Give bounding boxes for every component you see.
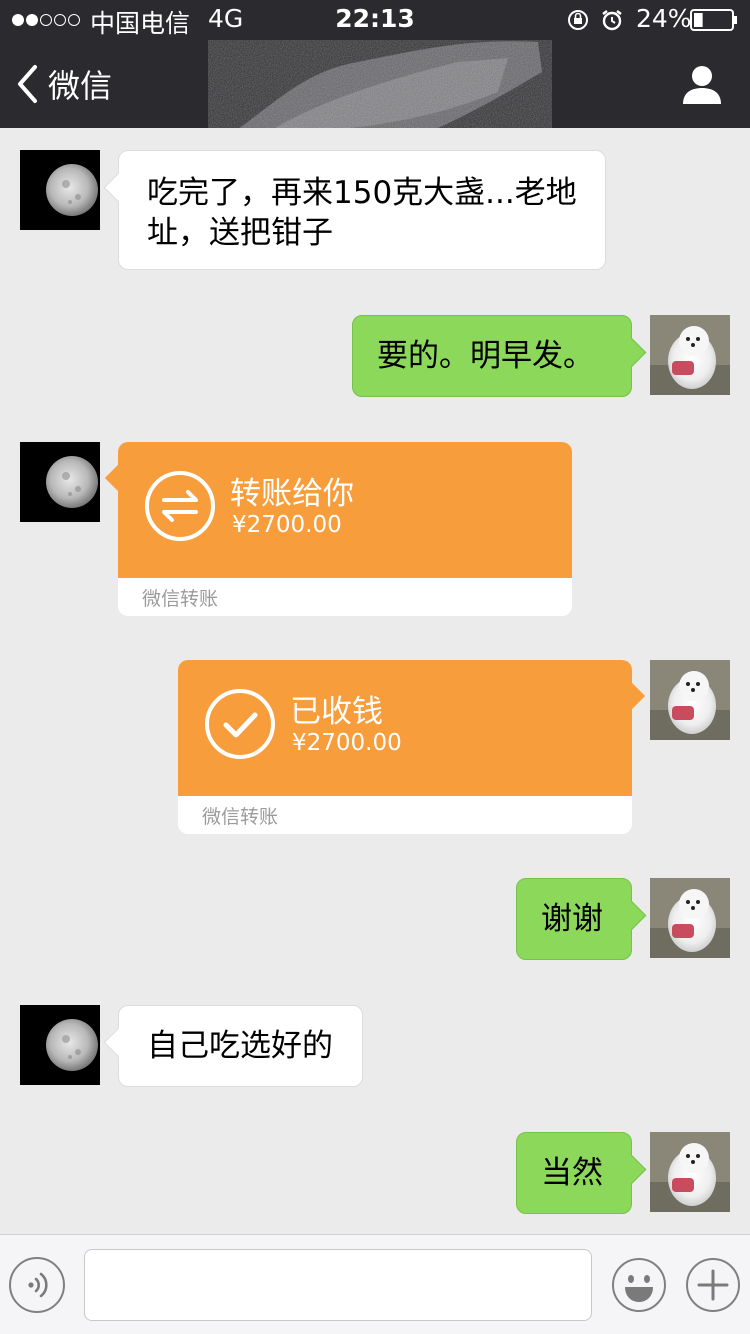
transfer-card-outgoing[interactable]: 已收钱 ¥2700.00 微信转账	[178, 660, 646, 834]
my-avatar[interactable]	[650, 1132, 730, 1212]
puppy-avatar-icon	[650, 315, 730, 395]
moon-avatar-icon	[20, 150, 100, 230]
check-icon	[205, 689, 275, 759]
transfer-footer: 微信转账	[202, 806, 279, 828]
transfer-card-incoming[interactable]: 转账给你 ¥2700.00 微信转账	[104, 442, 572, 616]
contact-avatar[interactable]	[20, 150, 100, 230]
message-text: 自己吃选好的	[147, 1028, 333, 1064]
input-bar	[0, 1234, 750, 1334]
puppy-avatar-icon	[650, 660, 730, 740]
my-avatar[interactable]	[650, 878, 730, 958]
message-input[interactable]	[84, 1249, 592, 1321]
contact-avatar[interactable]	[20, 1005, 100, 1085]
battery-icon	[690, 9, 737, 31]
puppy-avatar-icon	[650, 1132, 730, 1212]
navigation-bar: 微信	[0, 40, 750, 128]
moon-avatar-icon	[20, 442, 100, 522]
emoji-icon[interactable]	[611, 1257, 667, 1313]
transfer-title: 已收钱	[290, 694, 383, 730]
transfer-footer: 微信转账	[142, 588, 219, 610]
message-bubble-incoming[interactable]: 吃完了，再来150克大盏...老地址，送把钳子	[118, 150, 606, 270]
transfer-amount: ¥2700.00	[232, 512, 342, 538]
status-bar: 中国电信 4G 22:13 24%	[0, 0, 750, 40]
chevron-left-icon	[18, 65, 37, 103]
message-bubble-outgoing[interactable]: 谢谢	[516, 878, 632, 960]
moon-avatar-icon	[20, 1005, 100, 1085]
message-text: 吃完了，再来150克大盏...老地址，送把钳子	[147, 175, 577, 251]
battery-percentage: 24%	[636, 4, 692, 33]
alarm-icon	[602, 10, 622, 31]
rotation-lock-icon	[568, 10, 588, 30]
plus-icon[interactable]	[685, 1257, 741, 1313]
contact-avatar[interactable]	[20, 442, 100, 522]
message-bubble-incoming[interactable]: 自己吃选好的	[118, 1005, 363, 1087]
transfer-arrows-icon	[145, 471, 215, 541]
transfer-amount: ¥2700.00	[292, 730, 402, 756]
redaction-scribble	[239, 41, 542, 128]
message-text: 当然	[541, 1155, 603, 1191]
back-button[interactable]: 微信	[16, 60, 112, 108]
my-avatar[interactable]	[650, 660, 730, 740]
voice-icon	[28, 1272, 48, 1298]
message-text: 谢谢	[541, 901, 603, 937]
message-bubble-outgoing[interactable]: 要的。明早发。	[352, 315, 632, 397]
my-avatar[interactable]	[650, 315, 730, 395]
puppy-avatar-icon	[650, 878, 730, 958]
message-text: 要的。明早发。	[377, 338, 594, 374]
user-profile-icon[interactable]	[680, 62, 724, 106]
transfer-title: 转账给你	[230, 476, 354, 512]
message-bubble-outgoing[interactable]: 当然	[516, 1132, 632, 1214]
back-label: 微信	[48, 67, 113, 105]
voice-button[interactable]	[9, 1257, 65, 1313]
